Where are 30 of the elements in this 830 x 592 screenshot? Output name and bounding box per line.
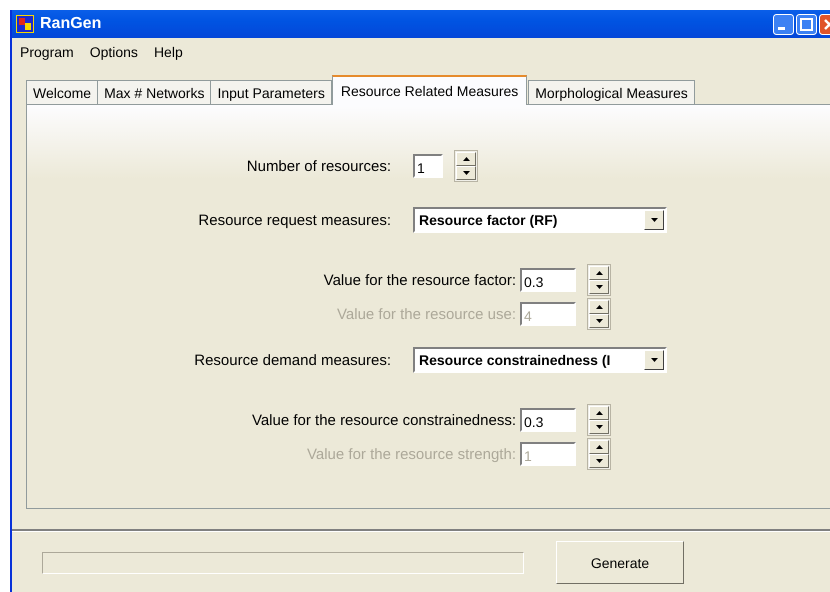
number-field[interactable]: 0.3: [520, 268, 576, 292]
tab[interactable]: Input Parameters: [210, 80, 332, 104]
tab[interactable]: Welcome: [26, 80, 98, 104]
spin-control[interactable]: [588, 405, 610, 435]
tab[interactable]: Morphological Measures: [528, 80, 695, 104]
window-title: RanGen: [40, 15, 102, 33]
tab[interactable]: Resource Related Measures: [332, 75, 528, 105]
minimize-icon[interactable]: [773, 14, 794, 34]
field-label: Value for the resource constrainedness:: [250, 412, 516, 428]
tab[interactable]: Max # Networks: [97, 80, 212, 104]
spin-control[interactable]: [588, 299, 610, 329]
number-field[interactable]: 1: [413, 154, 443, 178]
field-label: Value for the resource use:: [336, 306, 516, 322]
dropdown[interactable]: Resource constrainedness (I: [413, 347, 667, 373]
maximize-icon[interactable]: [796, 14, 817, 34]
field-label: Resource request measures:: [197, 212, 391, 228]
menu-item[interactable]: Help: [152, 44, 185, 66]
number-field[interactable]: 0.3: [520, 408, 576, 432]
menu-item[interactable]: Options: [88, 44, 140, 66]
field-label: Value for the resource factor:: [322, 272, 516, 288]
field-label: Number of resources:: [246, 158, 391, 174]
generate-button[interactable]: Generate: [556, 541, 684, 584]
spin-control[interactable]: [455, 151, 477, 181]
app-icon: [16, 15, 34, 33]
field-label: Value for the resource strength:: [306, 446, 516, 462]
spin-control[interactable]: [588, 439, 610, 469]
menu-item[interactable]: Program: [18, 44, 76, 66]
spin-control[interactable]: [588, 265, 610, 295]
dropdown[interactable]: Resource factor (RF): [413, 207, 667, 233]
field-label: Resource demand measures:: [193, 352, 391, 368]
